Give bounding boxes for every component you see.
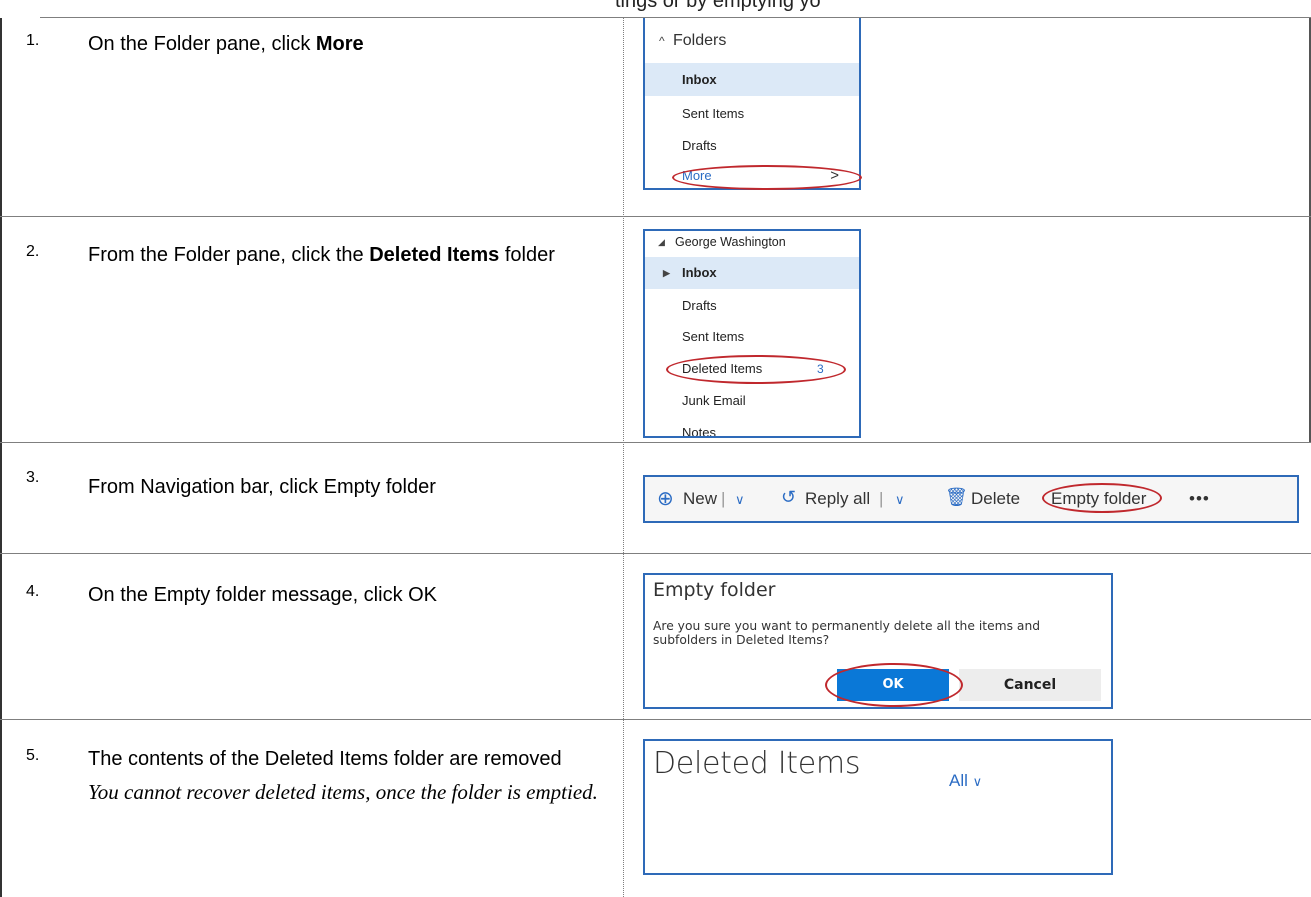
chevron-down-icon[interactable]: ∨ — [895, 492, 905, 508]
highlight-circle — [672, 165, 862, 190]
folder-tree-screenshot: ◢ George Washington ▶ Inbox Drafts Sent It… — [643, 229, 861, 438]
add-icon: ⊕ — [657, 488, 674, 510]
folder-item-junk-email[interactable]: Junk Email — [645, 385, 859, 417]
reply-all-icon: ↺ — [781, 487, 797, 507]
step-text: From the Folder pane, click the Deleted … — [88, 244, 555, 266]
reply-all-button[interactable]: Reply all — [805, 489, 870, 509]
navigation-bar-screenshot: ⊕ New | ∨ ↺ Reply all | ∨ 🗑 Delete Empty… — [643, 475, 1299, 523]
step-text: On the Folder pane, click More — [88, 33, 364, 55]
folder-item-drafts[interactable]: Drafts — [645, 290, 859, 322]
folder-item-sent-items[interactable]: Sent Items — [645, 97, 859, 130]
dialog-title: Empty folder — [653, 579, 776, 601]
step-note: You cannot recover deleted items, once t… — [88, 780, 598, 804]
cut-off-header: tings or by emptying yo — [40, 0, 1311, 18]
collapsed-triangle-icon: ▶ — [663, 268, 670, 278]
column-divider — [623, 18, 624, 897]
folder-item-notes[interactable]: Notes — [645, 417, 859, 436]
row-divider — [0, 216, 1311, 217]
chevron-down-icon: ∨ — [972, 774, 983, 789]
step-number: 5. — [26, 747, 40, 764]
deleted-items-view-screenshot: Deleted Items All ∨ — [643, 739, 1113, 875]
row-divider — [0, 553, 1311, 554]
highlight-circle — [666, 355, 846, 384]
chevron-up-icon: ^ — [659, 34, 665, 48]
separator: | — [879, 489, 884, 508]
folder-item-inbox[interactable]: Inbox — [645, 63, 859, 96]
empty-folder-dialog-screenshot: Empty folder Are you sure you want to pe… — [643, 573, 1113, 709]
highlight-circle — [825, 663, 963, 707]
row-divider — [0, 442, 1311, 443]
folder-item-inbox[interactable]: ▶ Inbox — [645, 257, 859, 289]
step-number: 3. — [26, 469, 40, 486]
expand-triangle-icon: ◢ — [658, 237, 665, 247]
dialog-message: Are you sure you want to permanently del… — [653, 619, 1041, 647]
step-number: 4. — [26, 583, 40, 600]
step-text: The contents of the Deleted Items folder… — [88, 745, 608, 807]
separator: | — [721, 489, 726, 508]
folder-item-drafts[interactable]: Drafts — [645, 129, 859, 162]
highlight-circle — [1042, 483, 1162, 513]
new-button[interactable]: New — [683, 489, 717, 509]
trash-icon: 🗑 — [945, 487, 968, 507]
folders-header[interactable]: ^ Folders — [659, 32, 726, 50]
row-divider — [0, 719, 1311, 720]
cancel-button[interactable]: Cancel — [959, 669, 1101, 701]
account-node[interactable]: ◢ George Washington — [645, 231, 859, 258]
delete-button[interactable]: Delete — [971, 489, 1020, 509]
cut-off-header-text: tings or by emptying yo — [615, 0, 821, 12]
chevron-down-icon[interactable]: ∨ — [735, 492, 745, 508]
step-number: 2. — [26, 243, 40, 260]
step-text: On the Empty folder message, click OK — [88, 584, 438, 606]
folder-pane-screenshot: ^ Folders Inbox Sent Items Drafts More > — [643, 18, 862, 190]
more-actions-icon[interactable]: ••• — [1189, 489, 1210, 509]
table-left-border — [0, 18, 2, 897]
filter-dropdown[interactable]: All ∨ — [949, 771, 982, 791]
folder-item-sent-items[interactable]: Sent Items — [645, 321, 859, 353]
step-number: 1. — [26, 32, 40, 49]
folder-title: Deleted Items — [653, 746, 861, 781]
step-text: From Navigation bar, click Empty folder — [88, 476, 436, 498]
